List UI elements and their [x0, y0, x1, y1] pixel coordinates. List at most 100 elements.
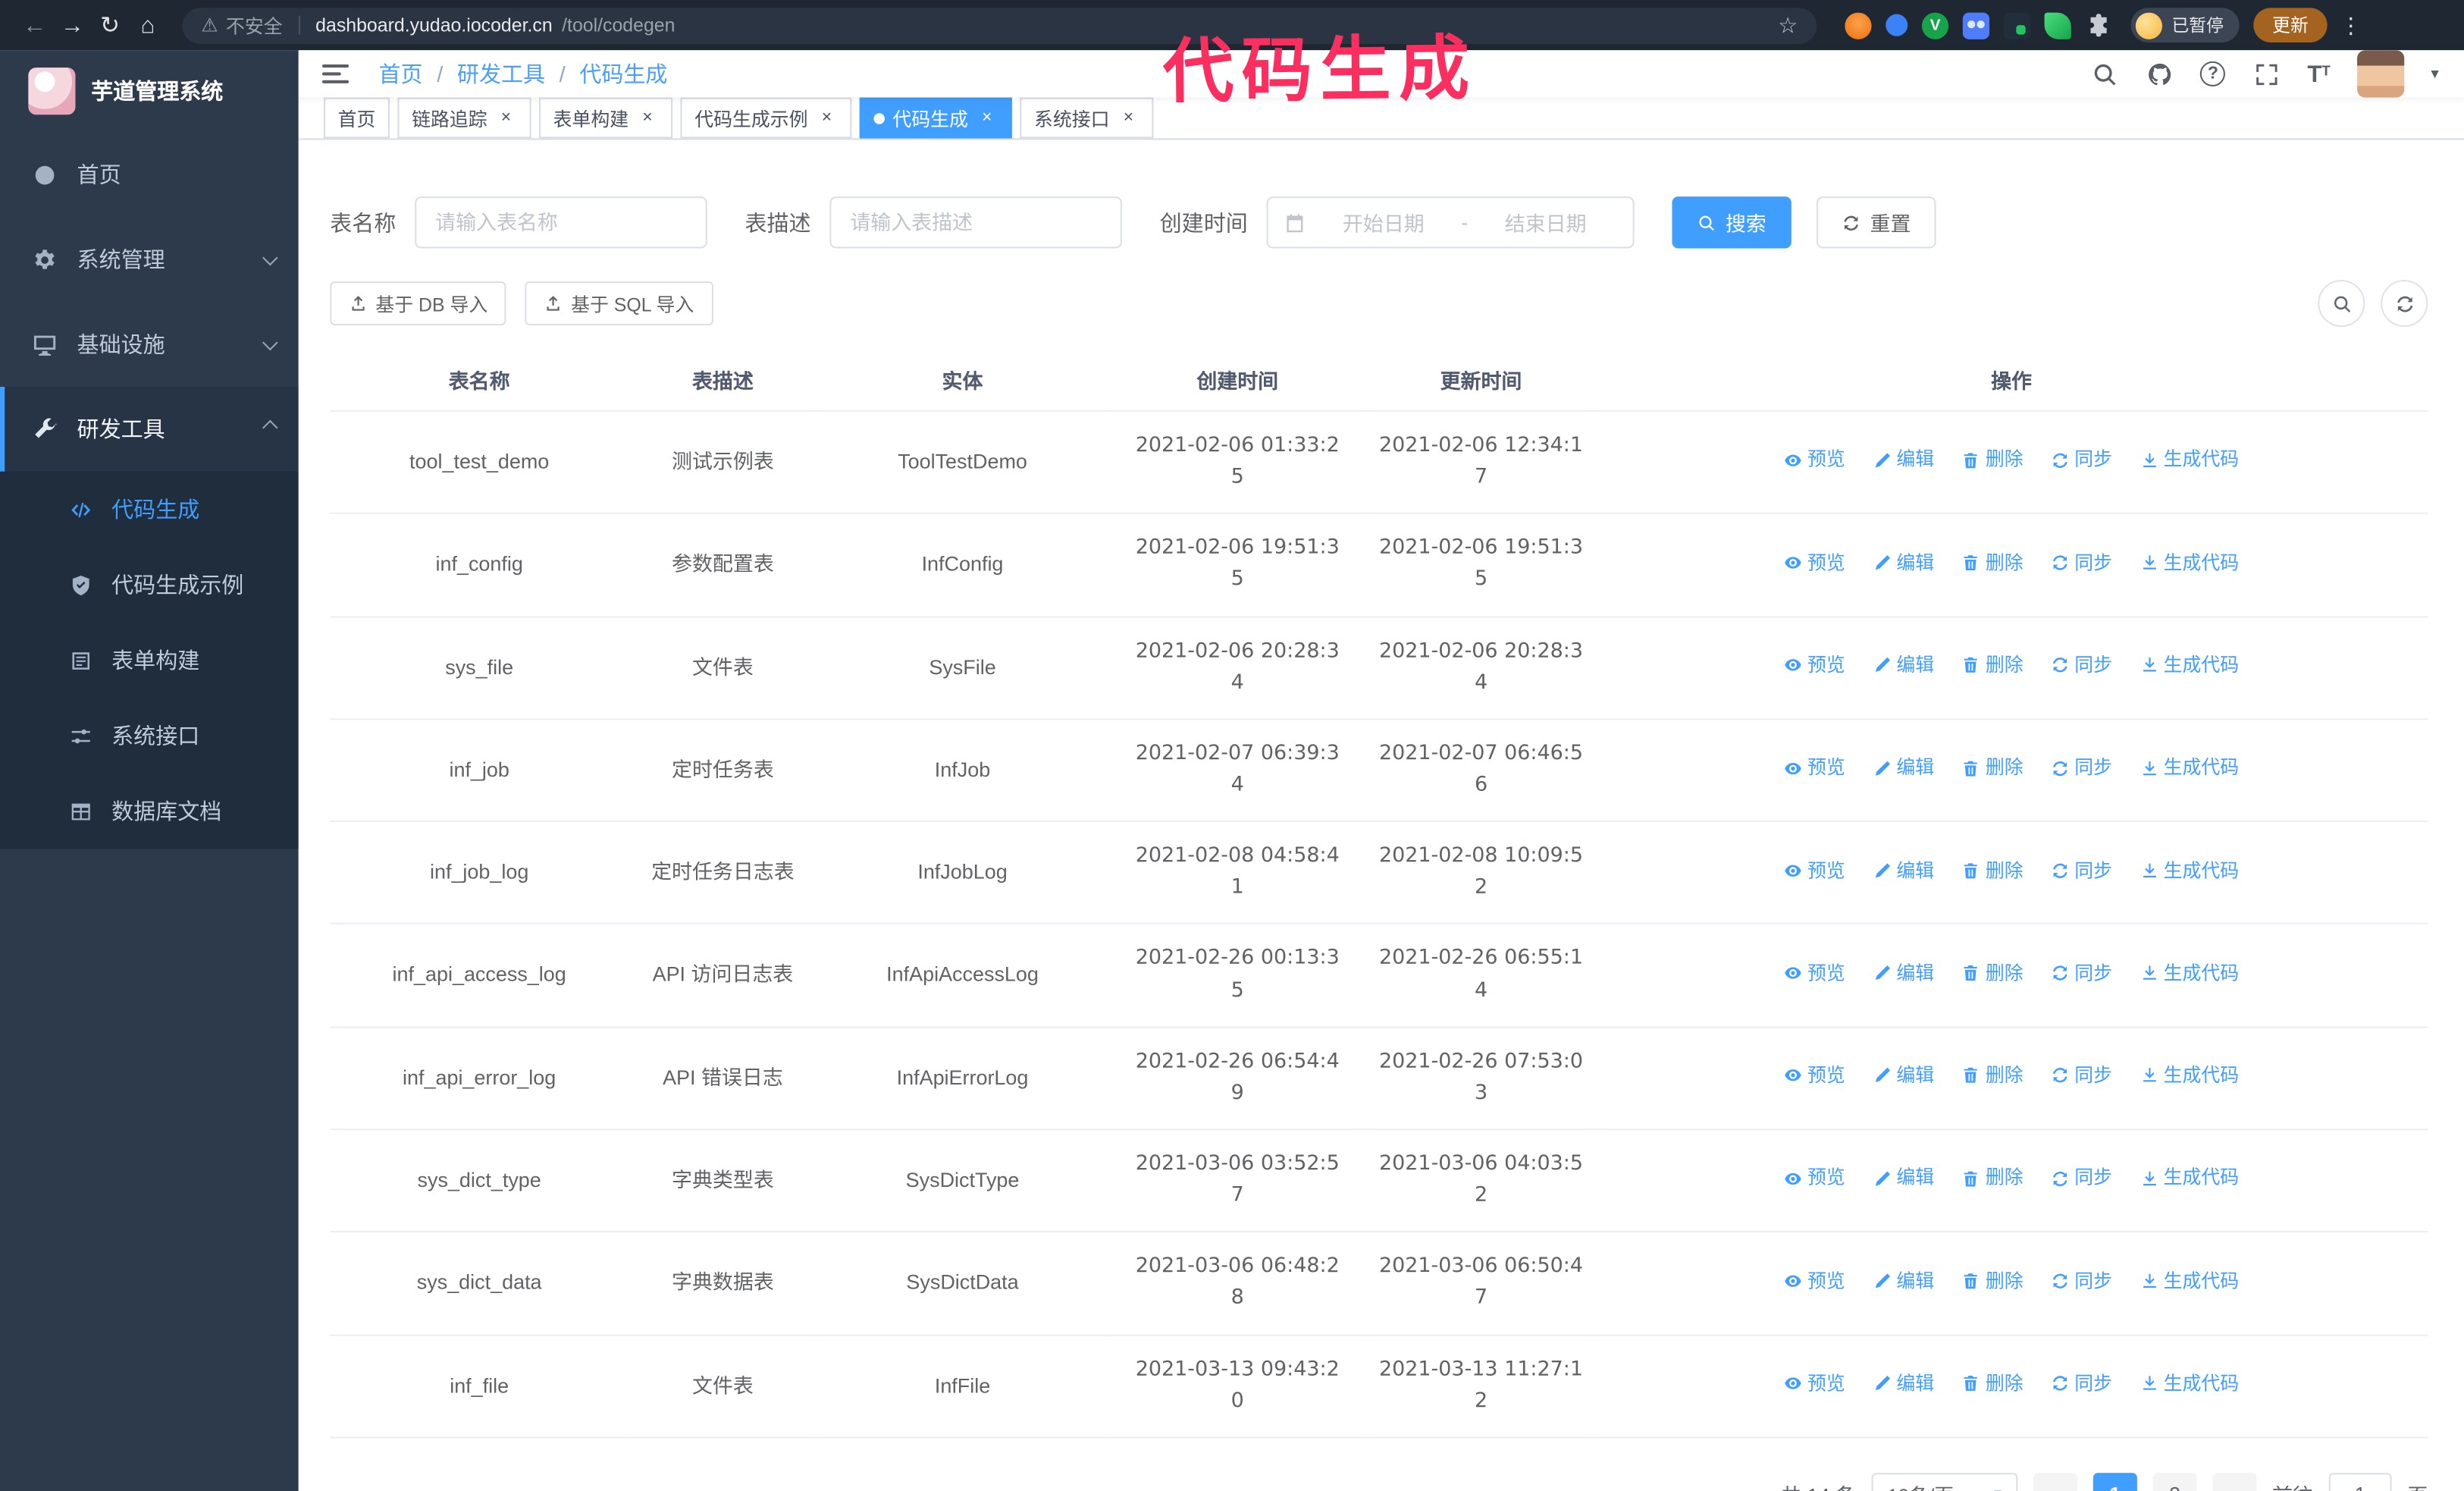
- sidebar-item-codegen[interactable]: 代码生成: [0, 472, 299, 547]
- table-name-input[interactable]: [415, 196, 707, 249]
- font-size-icon[interactable]: TT: [2307, 62, 2330, 86]
- tab-form-builder[interactable]: 表单构建 ×: [539, 97, 673, 139]
- generate-code-link[interactable]: 生成代码: [2140, 1369, 2239, 1398]
- edit-link[interactable]: 编辑: [1873, 959, 1934, 988]
- refresh-table-button[interactable]: [2381, 279, 2428, 328]
- import-sql-button[interactable]: 基于 SQL 导入: [525, 281, 713, 326]
- sync-link[interactable]: 同步: [2051, 1164, 2112, 1194]
- address-bar[interactable]: ⚠ 不安全 dashboard.yudao.iocoder.cn /tool/c…: [182, 7, 1817, 43]
- preview-link[interactable]: 预览: [1784, 1369, 1845, 1398]
- delete-link[interactable]: 删除: [1962, 753, 2024, 783]
- tab-system-api[interactable]: 系统接口 ×: [1020, 97, 1154, 139]
- delete-link[interactable]: 删除: [1962, 548, 2024, 578]
- extension-icon-blue[interactable]: [1886, 14, 1908, 36]
- security-warning[interactable]: ⚠ 不安全: [201, 12, 282, 39]
- close-icon[interactable]: ×: [495, 107, 517, 129]
- tab-home[interactable]: 首页: [323, 97, 390, 139]
- sync-link[interactable]: 同步: [2051, 445, 2112, 475]
- delete-link[interactable]: 删除: [1962, 651, 2024, 680]
- sidebar-item-db-doc[interactable]: 数据库文档: [0, 774, 299, 849]
- goto-page-input[interactable]: [2328, 1472, 2392, 1491]
- sync-link[interactable]: 同步: [2051, 651, 2112, 680]
- delete-link[interactable]: 删除: [1962, 959, 2024, 988]
- edit-link[interactable]: 编辑: [1873, 1164, 1934, 1194]
- edit-link[interactable]: 编辑: [1873, 1267, 1934, 1296]
- browser-menu-icon[interactable]: ⋮: [2340, 12, 2362, 39]
- close-icon[interactable]: ×: [1118, 107, 1140, 129]
- tab-codegen-example[interactable]: 代码生成示例 ×: [680, 97, 852, 139]
- sidebar-item-infrastructure[interactable]: 基础设施: [0, 302, 299, 387]
- hamburger-icon[interactable]: [299, 64, 372, 83]
- sync-link[interactable]: 同步: [2051, 1267, 2112, 1296]
- sidebar-item-form-builder[interactable]: 表单构建: [0, 623, 299, 698]
- generate-code-link[interactable]: 生成代码: [2140, 548, 2239, 578]
- browser-forward-icon[interactable]: →: [53, 6, 91, 44]
- extension-icon-orange[interactable]: [1845, 11, 1872, 39]
- sync-link[interactable]: 同步: [2051, 856, 2112, 886]
- bookmark-star-icon[interactable]: ☆: [1778, 12, 1798, 39]
- delete-link[interactable]: 删除: [1962, 1061, 2024, 1091]
- preview-link[interactable]: 预览: [1784, 1267, 1845, 1296]
- close-icon[interactable]: ×: [816, 107, 838, 129]
- extension-icon-dark[interactable]: [2003, 11, 2030, 39]
- delete-link[interactable]: 删除: [1962, 1164, 2024, 1194]
- preview-link[interactable]: 预览: [1784, 753, 1845, 783]
- preview-link[interactable]: 预览: [1784, 651, 1845, 680]
- extensions-puzzle-icon[interactable]: [2085, 12, 2111, 39]
- reset-button[interactable]: 重置: [1817, 196, 1936, 249]
- browser-home-icon[interactable]: ⌂: [129, 6, 167, 44]
- import-db-button[interactable]: 基于 DB 导入: [330, 281, 507, 326]
- sync-link[interactable]: 同步: [2051, 548, 2112, 578]
- delete-link[interactable]: 删除: [1962, 1369, 2024, 1398]
- generate-code-link[interactable]: 生成代码: [2140, 959, 2239, 988]
- edit-link[interactable]: 编辑: [1873, 548, 1934, 578]
- generate-code-link[interactable]: 生成代码: [2140, 445, 2239, 475]
- browser-back-icon[interactable]: ←: [16, 6, 54, 44]
- prev-page-button[interactable]: ‹: [2033, 1472, 2078, 1491]
- breadcrumb-dev-tools[interactable]: 研发工具: [457, 58, 545, 89]
- breadcrumb-home[interactable]: 首页: [379, 58, 423, 89]
- avatar-caret-icon[interactable]: ▾: [2431, 65, 2438, 83]
- edit-link[interactable]: 编辑: [1873, 856, 1934, 886]
- sync-link[interactable]: 同步: [2051, 753, 2112, 783]
- extension-icon-green-v[interactable]: [1921, 11, 1949, 39]
- tab-tracing[interactable]: 链路追踪 ×: [397, 97, 531, 139]
- tab-codegen[interactable]: 代码生成 ×: [859, 97, 1012, 139]
- delete-link[interactable]: 删除: [1962, 445, 2024, 475]
- delete-link[interactable]: 删除: [1962, 1267, 2024, 1296]
- browser-profile-chip[interactable]: 已暂停: [2130, 8, 2240, 42]
- page-size-select[interactable]: 10条/页 ▾: [1871, 1472, 2018, 1491]
- search-icon[interactable]: [2090, 60, 2118, 88]
- generate-code-link[interactable]: 生成代码: [2140, 1061, 2239, 1091]
- fullscreen-icon[interactable]: [2252, 60, 2281, 88]
- preview-link[interactable]: 预览: [1784, 856, 1845, 886]
- page-button-2[interactable]: 2: [2152, 1472, 2197, 1491]
- edit-link[interactable]: 编辑: [1873, 651, 1934, 680]
- preview-link[interactable]: 预览: [1784, 1061, 1845, 1091]
- page-button-1[interactable]: 1: [2093, 1472, 2137, 1491]
- sidebar-item-system-management[interactable]: 系统管理: [0, 217, 299, 302]
- edit-link[interactable]: 编辑: [1873, 445, 1934, 475]
- user-avatar[interactable]: [2356, 50, 2405, 98]
- generate-code-link[interactable]: 生成代码: [2140, 1164, 2239, 1194]
- sync-link[interactable]: 同步: [2051, 1369, 2112, 1398]
- generate-code-link[interactable]: 生成代码: [2140, 856, 2239, 886]
- sidebar-item-dev-tools[interactable]: 研发工具: [0, 386, 299, 472]
- next-page-button[interactable]: ›: [2212, 1472, 2257, 1491]
- edit-link[interactable]: 编辑: [1873, 1369, 1934, 1398]
- preview-link[interactable]: 预览: [1784, 1164, 1845, 1194]
- table-desc-input[interactable]: [829, 196, 1122, 249]
- extension-icon-leaf[interactable]: [2044, 11, 2071, 39]
- search-button[interactable]: 搜索: [1672, 196, 1792, 249]
- edit-link[interactable]: 编辑: [1873, 753, 1934, 783]
- extension-icon-people[interactable]: [1962, 11, 1990, 39]
- date-range-picker[interactable]: 开始日期 - 结束日期: [1266, 196, 1635, 249]
- browser-reload-icon[interactable]: ↻: [91, 6, 129, 44]
- help-icon[interactable]: ?: [2200, 61, 2226, 86]
- toggle-search-button[interactable]: [2318, 279, 2365, 328]
- close-icon[interactable]: ×: [637, 107, 659, 129]
- generate-code-link[interactable]: 生成代码: [2140, 651, 2239, 680]
- sync-link[interactable]: 同步: [2051, 1061, 2112, 1091]
- generate-code-link[interactable]: 生成代码: [2140, 753, 2239, 783]
- preview-link[interactable]: 预览: [1784, 445, 1845, 475]
